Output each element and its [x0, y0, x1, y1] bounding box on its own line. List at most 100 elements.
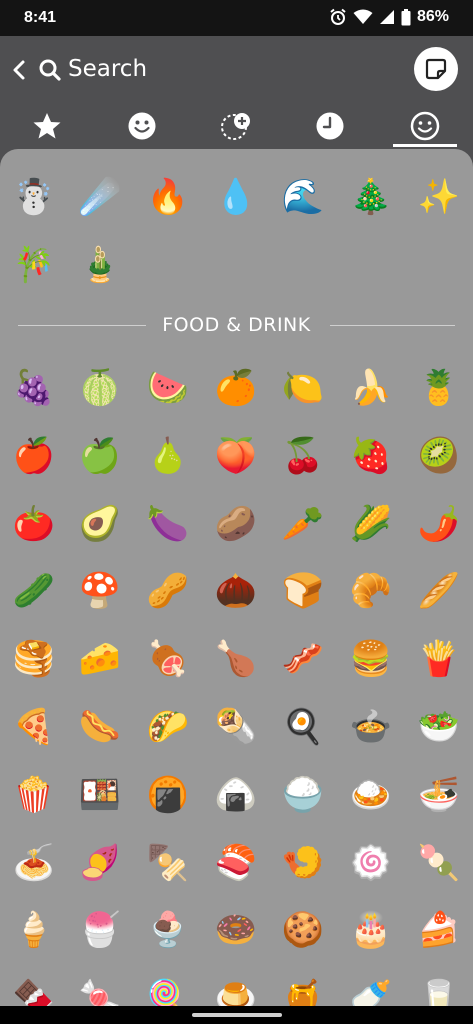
- emoji-item[interactable]: 🍍: [411, 360, 467, 416]
- emoji-item[interactable]: 🌊: [275, 169, 331, 225]
- emoji-item[interactable]: 🍱: [72, 767, 128, 823]
- emoji-item[interactable]: 🍕: [6, 699, 62, 755]
- emoji-item[interactable]: 🍝: [6, 835, 62, 891]
- status-time: 8:41: [24, 9, 57, 26]
- emoji-item[interactable]: 🍇: [6, 360, 62, 416]
- emoji-item[interactable]: 🌭: [72, 699, 128, 755]
- emoji-item[interactable]: 🍚: [275, 767, 331, 823]
- emoji-item[interactable]: 🥑: [72, 496, 128, 552]
- emoji-item[interactable]: 🍪: [275, 902, 331, 958]
- emoji-item[interactable]: 🍠: [72, 835, 128, 891]
- emoji-item[interactable]: 🍳: [275, 699, 331, 755]
- emoji-item[interactable]: 🍏: [72, 428, 128, 484]
- emoji-item[interactable]: 🍖: [140, 631, 196, 687]
- emoji-item[interactable]: 🧀: [72, 631, 128, 687]
- star-icon: [33, 113, 61, 139]
- tab-smileys[interactable]: [112, 104, 172, 148]
- emoji-item[interactable]: 🍅: [6, 496, 62, 552]
- emoji-item[interactable]: 🥓: [275, 631, 331, 687]
- emoji-item[interactable]: 🥜: [140, 563, 196, 619]
- emoji-item[interactable]: 🍞: [275, 563, 331, 619]
- emoji-item[interactable]: 🍫: [6, 970, 62, 1006]
- emoji-item[interactable]: 🍆: [140, 496, 196, 552]
- emoji-row: 🍝 🍠 🍢 🍣 🍤 🍥 🍡: [0, 835, 473, 895]
- tab-favorites[interactable]: [17, 104, 77, 148]
- emoji-row: 🍇 🍈 🍉 🍊 🍋 🍌 🍍: [0, 360, 473, 420]
- emoji-item[interactable]: 🍉: [140, 360, 196, 416]
- emoji-item[interactable]: 🍨: [140, 902, 196, 958]
- emoji-item[interactable]: 🥛: [411, 970, 467, 1006]
- emoji-item[interactable]: 🍜: [411, 767, 467, 823]
- emoji-item[interactable]: 🍬: [72, 970, 128, 1006]
- recent-clock-icon: [316, 112, 344, 140]
- emoji-item[interactable]: 🍔: [343, 631, 399, 687]
- search-input[interactable]: [68, 52, 368, 86]
- emoji-item[interactable]: 🎂: [343, 902, 399, 958]
- emoji-item[interactable]: 🌯: [208, 699, 264, 755]
- status-bar: 8:41 86%: [0, 0, 473, 36]
- sticker-button[interactable]: [414, 47, 458, 91]
- emoji-item[interactable]: 🍄: [72, 563, 128, 619]
- emoji-item[interactable]: 🎍: [72, 237, 128, 293]
- emoji-item[interactable]: ☃️: [6, 169, 62, 225]
- emoji-item[interactable]: 🍛: [343, 767, 399, 823]
- emoji-item[interactable]: 🎄: [343, 169, 399, 225]
- emoji-item[interactable]: 🥗: [411, 699, 467, 755]
- emoji-item[interactable]: 🍥: [343, 835, 399, 891]
- emoji-item[interactable]: 🥞: [6, 631, 62, 687]
- emoji-item[interactable]: 🥝: [411, 428, 467, 484]
- tab-recent[interactable]: [300, 104, 360, 148]
- emoji-item[interactable]: 🍦: [6, 902, 62, 958]
- search-header: [0, 36, 473, 104]
- emoji-item[interactable]: 🌶️: [411, 496, 467, 552]
- home-handle[interactable]: [192, 1013, 282, 1017]
- emoji-item[interactable]: 🥔: [208, 496, 264, 552]
- tab-emoji[interactable]: [395, 104, 455, 148]
- emoji-item[interactable]: 🍯: [275, 970, 331, 1006]
- emoji-item[interactable]: 🍿: [6, 767, 62, 823]
- emoji-item[interactable]: 🍮: [208, 970, 264, 1006]
- emoji-item[interactable]: 🍓: [343, 428, 399, 484]
- emoji-item[interactable]: ☄️: [72, 169, 128, 225]
- emoji-item[interactable]: 🌰: [208, 563, 264, 619]
- emoji-item[interactable]: 🍈: [72, 360, 128, 416]
- emoji-item[interactable]: 🍙: [208, 767, 264, 823]
- emoji-item[interactable]: 🍑: [208, 428, 264, 484]
- battery-percent: 86%: [416, 8, 449, 25]
- emoji-item[interactable]: ✨: [411, 169, 467, 225]
- emoji-item[interactable]: 🍒: [275, 428, 331, 484]
- emoji-item[interactable]: 🥐: [343, 563, 399, 619]
- emoji-item[interactable]: 🌽: [343, 496, 399, 552]
- emoji-item[interactable]: 🍡: [411, 835, 467, 891]
- system-nav-bar: [0, 1006, 473, 1024]
- emoji-item[interactable]: 🍟: [411, 631, 467, 687]
- back-button[interactable]: [8, 56, 30, 84]
- emoji-item[interactable]: 🍋: [275, 360, 331, 416]
- emoji-item[interactable]: 🔥: [140, 169, 196, 225]
- emoji-item[interactable]: 🥖: [411, 563, 467, 619]
- emoji-item[interactable]: 🍘: [140, 767, 196, 823]
- emoji-item[interactable]: 🍰: [411, 902, 467, 958]
- emoji-item[interactable]: 💧: [208, 169, 264, 225]
- emoji-item[interactable]: 🌮: [140, 699, 196, 755]
- emoji-item[interactable]: 🍐: [140, 428, 196, 484]
- signal-icon: [379, 9, 395, 25]
- emoji-item[interactable]: 🍎: [6, 428, 62, 484]
- emoji-item[interactable]: 🍌: [343, 360, 399, 416]
- emoji-item[interactable]: 🍢: [140, 835, 196, 891]
- emoji-item[interactable]: 🎋: [6, 237, 62, 293]
- emoji-item[interactable]: 🥒: [6, 563, 62, 619]
- emoji-item[interactable]: 🍤: [275, 835, 331, 891]
- tab-create-sticker[interactable]: [206, 104, 266, 148]
- emoji-item[interactable]: 🥕: [275, 496, 331, 552]
- emoji-item[interactable]: 🍣: [208, 835, 264, 891]
- emoji-item[interactable]: 🍊: [208, 360, 264, 416]
- emoji-item[interactable]: 🍧: [72, 902, 128, 958]
- emoji-item[interactable]: 🍗: [208, 631, 264, 687]
- emoji-item[interactable]: 🍩: [208, 902, 264, 958]
- emoji-panel[interactable]: FOOD & DRINK ☃️ ☄️ 🔥 💧 🌊 🎄 ✨ 🎋 🎍 🍇 🍈 🍉 🍊 🍋 🍌 🍍 🍎 🍏 🍐 🍑 🍒 🍓 🥝 🍅 🥑…: [0, 149, 473, 1006]
- emoji-item[interactable]: 🍭: [140, 970, 196, 1006]
- category-tabs: [0, 104, 473, 148]
- emoji-item[interactable]: 🍲: [343, 699, 399, 755]
- emoji-item[interactable]: 🍼: [343, 970, 399, 1006]
